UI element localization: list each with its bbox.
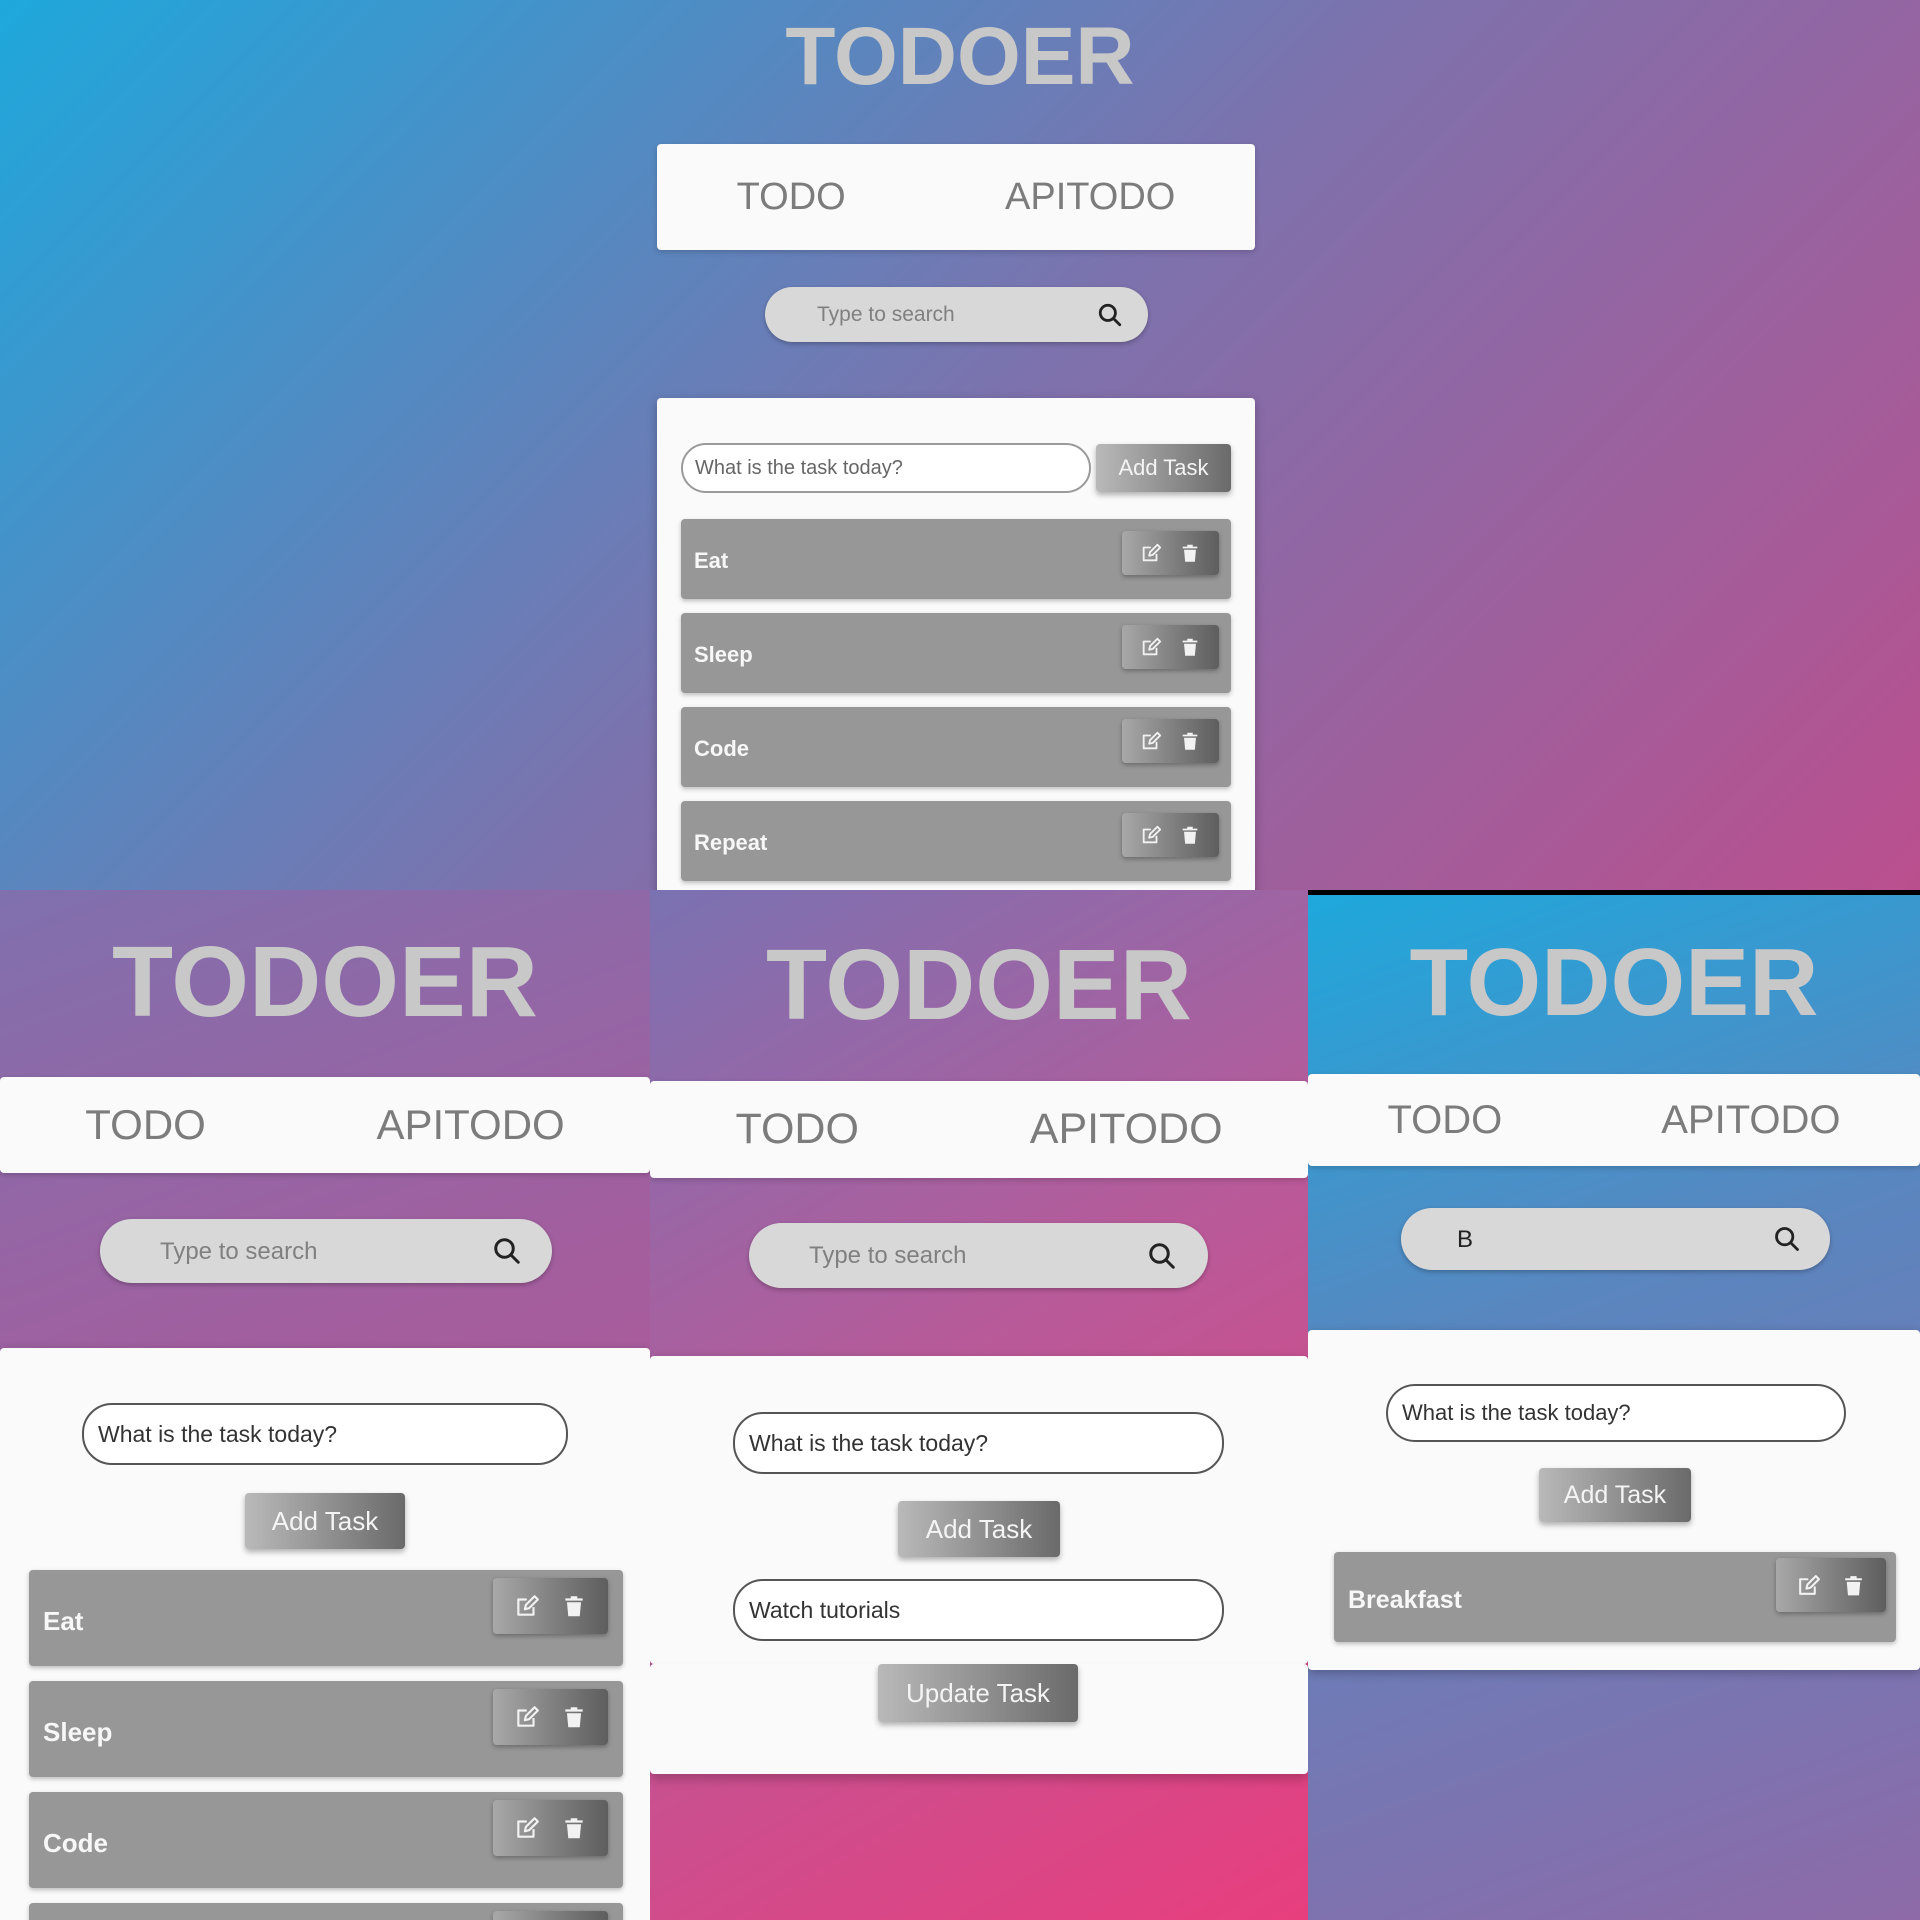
tab-bar: TODO APITODO (650, 1081, 1308, 1178)
trash-icon[interactable] (561, 1593, 587, 1619)
task-label: Eat (43, 1606, 84, 1636)
task-card: Add Task Eat Sleep Code Repeat (657, 398, 1255, 890)
trash-icon[interactable] (561, 1704, 587, 1730)
trash-icon[interactable] (1179, 636, 1201, 658)
task-input[interactable] (82, 1403, 568, 1465)
task-input[interactable] (1386, 1384, 1846, 1442)
edit-icon[interactable] (1140, 636, 1162, 658)
tab-todo[interactable]: TODO (1387, 1098, 1502, 1143)
task-item: Eat (681, 519, 1231, 599)
search-input[interactable] (807, 1237, 1111, 1275)
edit-icon[interactable] (1140, 542, 1162, 564)
desktop-view: TODOER TODO APITODO Add Task Eat Sleep Cod… (0, 0, 1920, 890)
task-label: Breakfast (1348, 1586, 1462, 1614)
trash-icon[interactable] (1179, 730, 1201, 752)
mobile-view-list: TODOER TODO APITODO Add Task Eat Sleep Cod… (0, 890, 650, 1920)
task-label: Sleep (694, 642, 753, 667)
tab-bar: TODO APITODO (657, 144, 1255, 250)
search-input[interactable] (158, 1233, 462, 1271)
search-icon[interactable] (1097, 302, 1123, 333)
task-item: Eat (29, 1570, 623, 1666)
task-label: Sleep (43, 1717, 113, 1747)
task-label: Repeat (694, 830, 768, 855)
task-item: Code (29, 1792, 623, 1888)
edit-icon[interactable] (1796, 1573, 1821, 1598)
app-title: TODOER (766, 929, 1192, 1041)
edit-icon[interactable] (514, 1593, 540, 1619)
task-actions (493, 1911, 608, 1920)
task-card-lower: Update Task (650, 1664, 1308, 1774)
search-bar (749, 1223, 1208, 1288)
tab-apitodo[interactable]: APITODO (1030, 1105, 1223, 1154)
search-bar (100, 1219, 552, 1283)
task-label: Eat (694, 548, 729, 573)
task-input[interactable] (681, 443, 1091, 493)
search-bar (765, 287, 1148, 342)
search-icon[interactable] (492, 1236, 522, 1271)
edit-icon[interactable] (514, 1815, 540, 1841)
tab-apitodo[interactable]: APITODO (1005, 176, 1175, 219)
search-input[interactable] (1455, 1221, 1749, 1259)
search-icon[interactable] (1773, 1225, 1801, 1258)
task-card: Add Task (650, 1356, 1308, 1664)
update-task-button[interactable]: Update Task (878, 1664, 1078, 1722)
search-input[interactable] (815, 297, 1089, 333)
task-actions (1122, 813, 1219, 857)
app-title: TODOER (112, 926, 538, 1038)
mobile-view-search: TODOER TODO APITODO Add Task Breakfast (1308, 895, 1920, 1920)
task-label: Code (694, 736, 749, 761)
app-title: TODOER (1409, 929, 1819, 1036)
task-item: Sleep (681, 613, 1231, 693)
task-item: Repeat (681, 801, 1231, 881)
task-actions (1122, 625, 1219, 669)
search-icon[interactable] (1147, 1241, 1177, 1276)
task-input[interactable] (733, 1412, 1224, 1474)
task-item: Breakfast (1334, 1552, 1896, 1642)
edit-icon[interactable] (1140, 730, 1162, 752)
task-actions (1122, 719, 1219, 763)
task-item: Code (681, 707, 1231, 787)
task-actions (1776, 1558, 1886, 1612)
trash-icon[interactable] (561, 1815, 587, 1841)
tab-bar: TODO APITODO (0, 1077, 650, 1173)
task-card: Add Task Eat Sleep Code Repeat (0, 1348, 650, 1920)
task-item: Repeat (29, 1903, 623, 1920)
add-task-button[interactable]: Add Task (1096, 444, 1231, 492)
tab-apitodo[interactable]: APITODO (376, 1101, 564, 1149)
add-task-button[interactable]: Add Task (898, 1501, 1060, 1557)
tab-todo[interactable]: TODO (735, 1105, 858, 1154)
tab-todo[interactable]: TODO (85, 1101, 206, 1149)
add-task-button[interactable]: Add Task (1539, 1468, 1691, 1522)
mobile-view-edit: TODOER TODO APITODO Add Task Update Task (650, 890, 1308, 1920)
trash-icon[interactable] (1179, 542, 1201, 564)
task-actions (493, 1578, 608, 1634)
edit-task-input[interactable] (733, 1579, 1224, 1641)
app-title: TODOER (785, 11, 1135, 102)
task-actions (493, 1800, 608, 1856)
task-item: Sleep (29, 1681, 623, 1777)
task-actions (493, 1689, 608, 1745)
tab-apitodo[interactable]: APITODO (1661, 1098, 1840, 1143)
search-bar (1401, 1208, 1830, 1270)
tab-bar: TODO APITODO (1308, 1074, 1920, 1166)
task-label: Code (43, 1828, 108, 1858)
trash-icon[interactable] (1179, 824, 1201, 846)
task-card: Add Task Breakfast (1308, 1330, 1920, 1670)
task-actions (1122, 531, 1219, 575)
add-task-button[interactable]: Add Task (245, 1493, 405, 1549)
edit-icon[interactable] (514, 1704, 540, 1730)
tab-todo[interactable]: TODO (737, 176, 846, 219)
edit-icon[interactable] (1140, 824, 1162, 846)
trash-icon[interactable] (1841, 1573, 1866, 1598)
